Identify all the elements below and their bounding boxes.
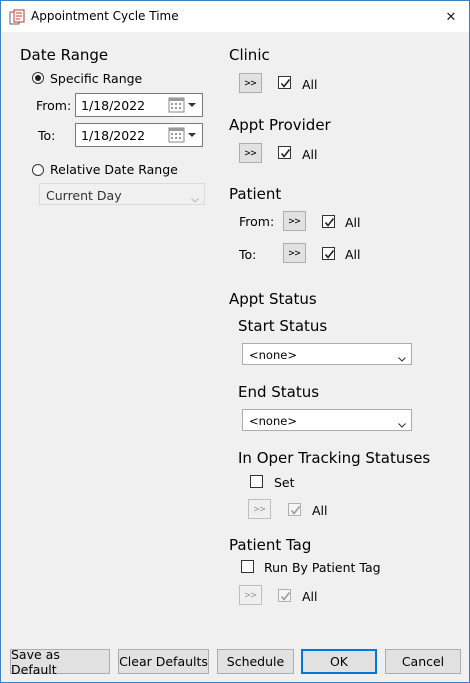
- date-from-label: From:: [36, 98, 72, 113]
- date-from-picker[interactable]: 1/18/2022: [75, 93, 203, 117]
- calendar-icon[interactable]: [168, 127, 198, 148]
- patient-to-label: To:: [239, 247, 257, 262]
- specific-range-radio[interactable]: [32, 72, 44, 84]
- in-oper-set-label: Set: [274, 475, 295, 490]
- relative-range-select[interactable]: Current Day: [39, 183, 205, 205]
- in-oper-picker-button[interactable]: >>: [248, 499, 271, 519]
- close-button[interactable]: ✕: [437, 4, 465, 29]
- relative-range-radio[interactable]: [32, 164, 44, 176]
- date-to-label: To:: [38, 128, 56, 143]
- patient-tag-picker-button[interactable]: >>: [239, 585, 262, 605]
- patient-to-all-label: All: [345, 247, 361, 262]
- run-by-patient-tag-label: Run By Patient Tag: [264, 560, 381, 575]
- patient-tag-all-checkbox[interactable]: [278, 589, 291, 602]
- clinic-all-checkbox[interactable]: [278, 76, 291, 89]
- appt-provider-heading: Appt Provider: [229, 116, 331, 134]
- appt-status-heading: Appt Status: [229, 290, 317, 308]
- save-as-default-button[interactable]: Save as Default: [10, 647, 110, 677]
- provider-picker-button[interactable]: >>: [239, 143, 262, 163]
- schedule-button[interactable]: Schedule: [217, 649, 294, 674]
- provider-all-label: All: [302, 147, 318, 162]
- report-dialog: Appointment Cycle Time ✕ Date Range Spec…: [0, 0, 470, 683]
- run-by-patient-tag-checkbox[interactable]: [241, 560, 254, 573]
- relative-range-label: Relative Date Range: [50, 162, 178, 177]
- clinic-heading: Clinic: [229, 46, 270, 64]
- clinic-picker-button[interactable]: >>: [239, 73, 262, 93]
- date-from-value: 1/18/2022: [81, 98, 146, 113]
- close-icon: ✕: [445, 8, 457, 24]
- in-oper-tracking-label: In Oper Tracking Statuses: [238, 449, 431, 467]
- provider-all-checkbox[interactable]: [278, 146, 291, 159]
- app-icon: [9, 9, 25, 25]
- in-oper-all-label: All: [312, 503, 328, 518]
- chevron-down-icon: [191, 191, 199, 206]
- in-oper-set-checkbox[interactable]: [250, 475, 263, 488]
- end-status-select[interactable]: <none>: [242, 409, 412, 431]
- start-status-select[interactable]: <none>: [242, 343, 412, 365]
- window-title: Appointment Cycle Time: [31, 9, 179, 23]
- patient-to-picker-button[interactable]: >>: [283, 243, 306, 263]
- in-oper-all-checkbox[interactable]: [288, 503, 301, 516]
- patient-heading: Patient: [229, 185, 282, 203]
- chevron-down-icon: [398, 351, 406, 365]
- patient-from-label: From:: [239, 214, 275, 229]
- date-to-picker[interactable]: 1/18/2022: [75, 123, 203, 147]
- patient-from-all-label: All: [345, 215, 361, 230]
- patient-to-all-checkbox[interactable]: [322, 247, 335, 260]
- patient-from-all-checkbox[interactable]: [322, 215, 335, 228]
- clinic-all-label: All: [302, 77, 318, 92]
- specific-range-label: Specific Range: [50, 71, 143, 86]
- end-status-label: End Status: [238, 383, 320, 401]
- relative-range-value: Current Day: [46, 188, 122, 203]
- title-bar: Appointment Cycle Time ✕: [1, 1, 469, 32]
- chevron-down-icon: [398, 417, 406, 431]
- date-range-heading: Date Range: [20, 46, 109, 64]
- patient-tag-heading: Patient Tag: [229, 536, 312, 554]
- clear-defaults-button[interactable]: Clear Defaults: [118, 649, 209, 674]
- end-status-value: <none>: [249, 414, 297, 428]
- date-to-value: 1/18/2022: [81, 128, 146, 143]
- start-status-label: Start Status: [238, 317, 328, 335]
- cancel-button[interactable]: Cancel: [385, 649, 461, 674]
- calendar-icon[interactable]: [168, 97, 198, 118]
- patient-tag-all-label: All: [302, 589, 318, 604]
- ok-button[interactable]: OK: [301, 649, 377, 674]
- start-status-value: <none>: [249, 348, 297, 362]
- patient-from-picker-button[interactable]: >>: [283, 211, 306, 231]
